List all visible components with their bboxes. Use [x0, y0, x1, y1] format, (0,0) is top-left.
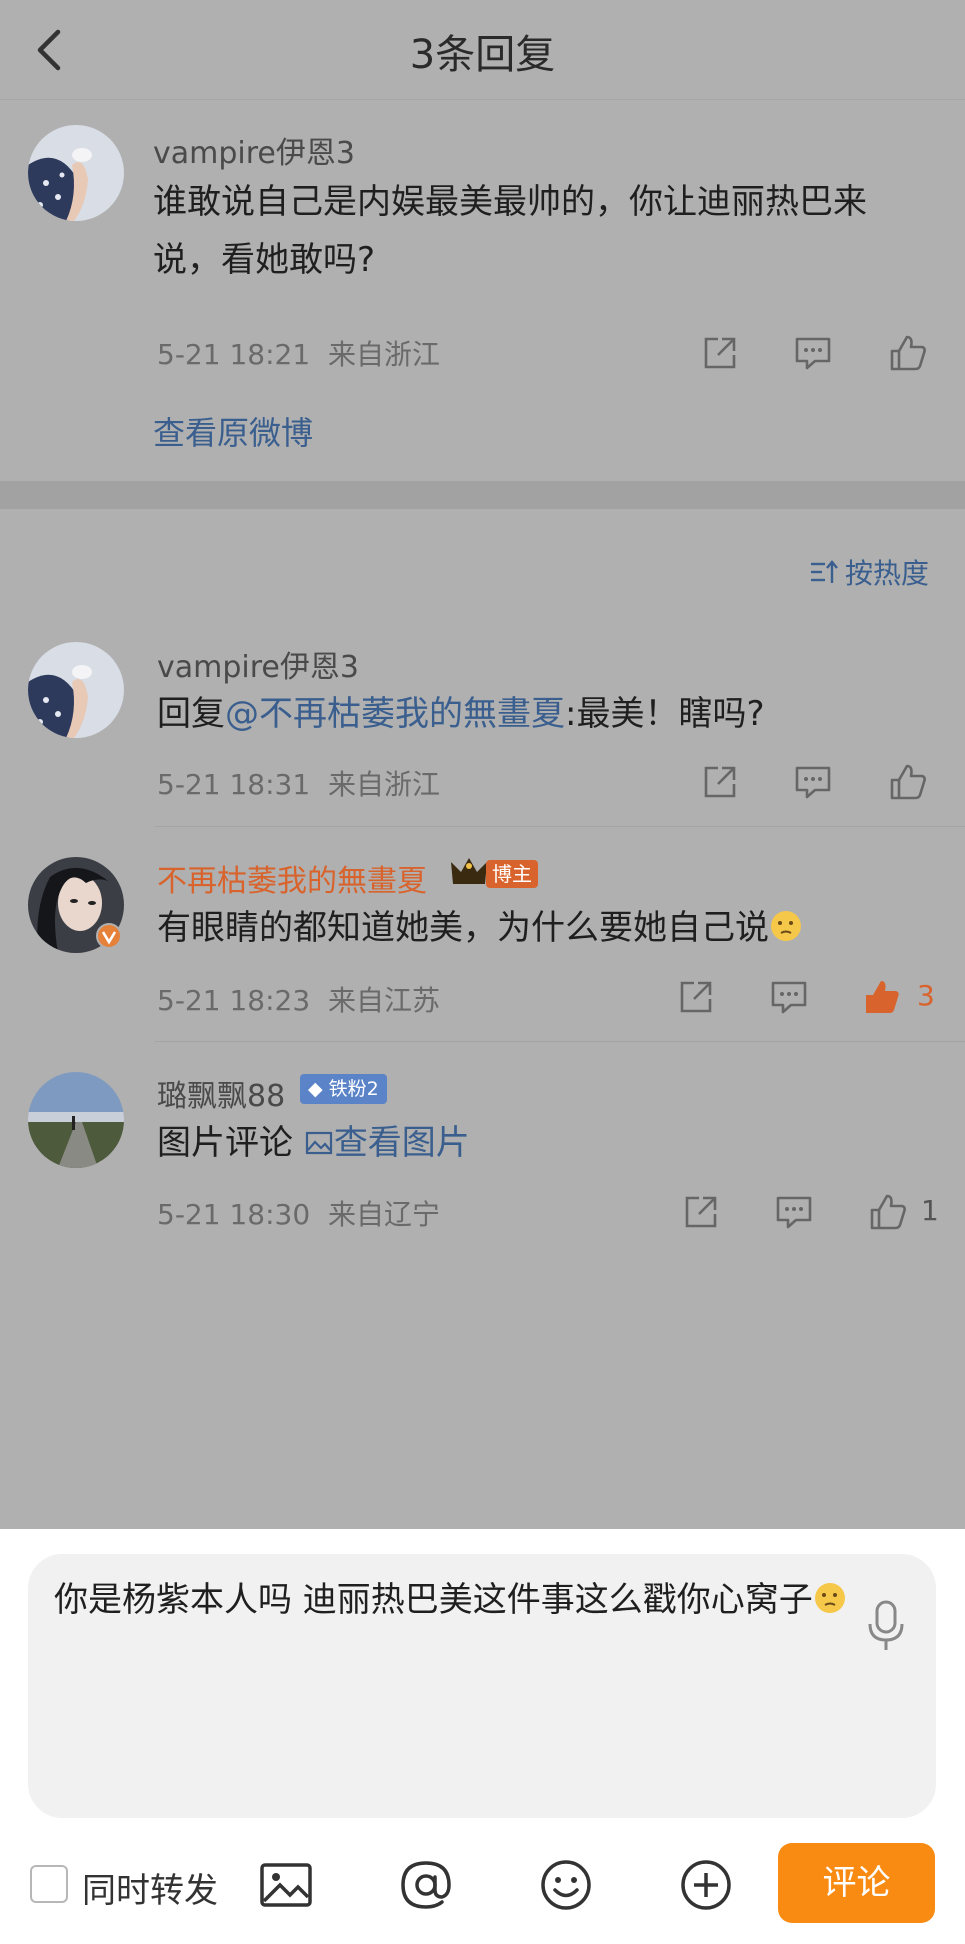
reply-body: :最美！瞎吗?	[565, 694, 765, 734]
comment-location: 来自江苏	[327, 984, 440, 1017]
comment-text: 图片评论 查看图片	[157, 1114, 917, 1172]
reply-body: 图片评论	[157, 1123, 293, 1163]
comment-time: 5-21 18:21	[157, 338, 311, 371]
plus-icon[interactable]	[678, 1857, 734, 1913]
username[interactable]: vampire伊恩3	[153, 128, 355, 172]
share-icon[interactable]	[698, 331, 742, 375]
like-count: 1	[921, 1194, 939, 1227]
comment-location: 来自辽宁	[327, 1198, 440, 1231]
fan-badge: ◆ 铁粉2	[300, 1074, 387, 1104]
divider	[155, 826, 965, 827]
host-badge: 博主	[486, 860, 538, 888]
thinking-emoji-icon	[769, 903, 803, 941]
page-title: 3条回复	[409, 32, 556, 78]
comment-meta: 5-21 18:31 来自浙江	[157, 763, 440, 803]
repost-label: 同时转发	[82, 1871, 218, 1911]
original-comment: vampire伊恩3 谁敢说自己是内娱最美最帅的，你让迪丽热巴来说，看她敢吗? …	[0, 101, 965, 481]
comment-time: 5-21 18:30	[157, 1198, 311, 1231]
comment-thread: 3条回复 vampire伊恩3 谁敢说自己是内娱最美最帅的，你让迪丽热巴来说，看…	[0, 0, 965, 1529]
image-icon	[305, 1131, 332, 1155]
emoji-icon[interactable]	[538, 1857, 594, 1913]
comment-input[interactable]: 你是杨紫本人吗 迪丽热巴美这件事这么戳你心窝子	[28, 1554, 936, 1818]
username[interactable]: 璐飘飘88	[157, 1071, 285, 1115]
comment-icon[interactable]	[791, 331, 835, 375]
username[interactable]: 不再枯萎我的無畫夏	[157, 856, 427, 900]
image-icon[interactable]	[258, 1857, 314, 1913]
comment-meta: 5-21 18:23 来自江苏	[157, 979, 440, 1019]
repost-checkbox[interactable]	[30, 1865, 68, 1903]
sort-button[interactable]: 按热度	[809, 552, 929, 592]
comment-meta: 5-21 18:21 来自浙江	[157, 333, 440, 373]
view-image-link[interactable]: 查看图片	[304, 1123, 470, 1163]
like-icon[interactable]	[866, 1190, 910, 1234]
divider	[155, 1041, 965, 1042]
mention-link[interactable]: @不再枯萎我的無畫夏	[225, 694, 565, 734]
view-image-label: 查看图片	[333, 1123, 470, 1163]
comment-time: 5-21 18:31	[157, 768, 311, 801]
reply-prefix: 回复	[157, 694, 225, 734]
comment-input-value: 你是杨紫本人吗 迪丽热巴美这件事这么戳你心窝子	[54, 1580, 813, 1620]
username[interactable]: vampire伊恩3	[157, 642, 359, 686]
fan-badge-label: 铁粉2	[328, 1078, 379, 1100]
sort-icon	[810, 560, 838, 583]
like-icon[interactable]	[886, 760, 930, 804]
section-separator	[0, 481, 965, 509]
comment-icon[interactable]	[767, 975, 811, 1019]
reply-body: 有眼睛的都知道她美，为什么要她自己说	[157, 908, 769, 948]
comment-time: 5-21 18:23	[157, 984, 311, 1017]
share-icon[interactable]	[679, 1190, 723, 1234]
comment-location: 来自浙江	[327, 768, 440, 801]
sort-label: 按热度	[844, 557, 929, 590]
share-icon[interactable]	[698, 760, 742, 804]
header: 3条回复	[0, 0, 965, 100]
comment-text: 回复@不再枯萎我的無畫夏:最美！瞎吗?	[157, 685, 917, 743]
comment-text: 谁敢说自己是内娱最美最帅的，你让迪丽热巴来说，看她敢吗?	[153, 182, 867, 280]
share-icon[interactable]	[674, 975, 718, 1019]
thinking-emoji-icon	[813, 1574, 847, 1613]
at-icon[interactable]	[398, 1857, 454, 1913]
comment-input-text: 你是杨紫本人吗 迪丽热巴美这件事这么戳你心窝子	[54, 1570, 854, 1630]
like-icon[interactable]	[886, 331, 930, 375]
comment-meta: 5-21 18:30 来自辽宁	[157, 1193, 440, 1233]
comment-location: 来自浙江	[327, 338, 440, 371]
send-comment-button[interactable]: 评论	[778, 1843, 935, 1923]
avatar[interactable]	[28, 125, 124, 221]
like-icon-active[interactable]	[860, 975, 904, 1019]
mic-icon[interactable]	[864, 1598, 908, 1654]
avatar[interactable]	[28, 642, 124, 738]
verified-icon	[96, 923, 122, 949]
like-count: 3	[917, 979, 935, 1012]
view-original-link[interactable]: 查看原微博	[153, 408, 313, 454]
crown-icon	[451, 858, 487, 884]
avatar[interactable]	[28, 1072, 124, 1168]
comment-text: 有眼睛的都知道她美，为什么要她自己说	[157, 899, 917, 957]
comment-icon[interactable]	[791, 760, 835, 804]
comment-icon[interactable]	[772, 1190, 816, 1234]
